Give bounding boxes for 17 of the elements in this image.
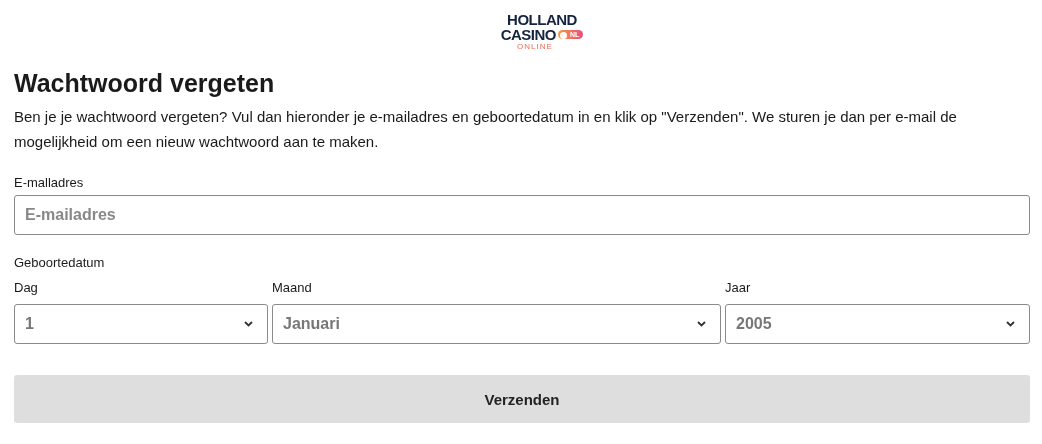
chevron-down-icon <box>244 321 253 327</box>
select-field[interactable]: 2005 <box>725 304 1030 344</box>
field-label: Geboortedatum <box>14 255 105 270</box>
field-label: E-malladres <box>14 175 84 190</box>
email-field[interactable]: E-mailadres <box>14 195 1030 235</box>
select-field[interactable]: Januari <box>272 304 721 344</box>
field-label: Jaar <box>725 280 751 295</box>
logo-text: HOLLAND <box>507 12 577 27</box>
page-title: Wachtwoord vergeten <box>14 69 276 98</box>
logo-text: CASINO <box>500 27 556 42</box>
field-label: Dag <box>14 280 38 295</box>
select-field[interactable]: 1 <box>14 304 268 344</box>
chevron-down-icon <box>697 321 706 327</box>
field-label: Maand <box>272 280 312 295</box>
intro-text: Ben je je wachtwoord vergeten? Vul dan hieronder je e-mailadres en geboortedatum in en klik op "Verzenden". We sturen je dan per e-mail de mogelijkheid om een nieuw wachtwoord aan te maken. <box>14 107 958 152</box>
logo-subtitle: ONLINE <box>517 42 553 51</box>
chevron-down-icon <box>1006 321 1015 327</box>
